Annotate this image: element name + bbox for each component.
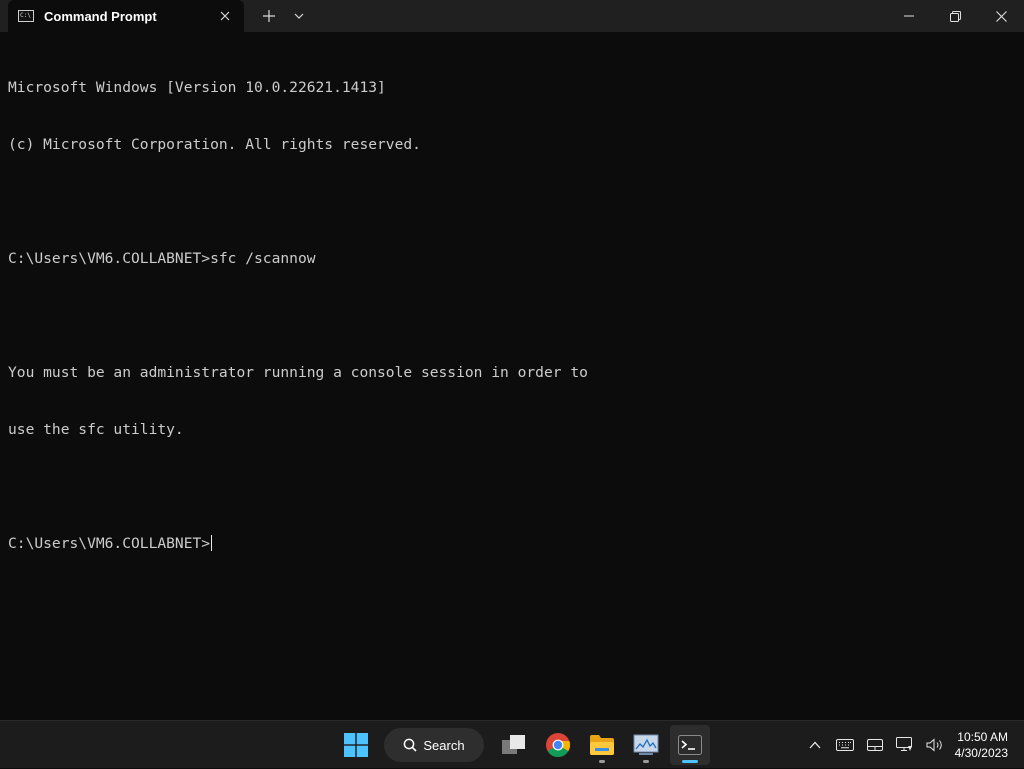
close-button[interactable] bbox=[978, 0, 1024, 32]
console-output[interactable]: Microsoft Windows [Version 10.0.22621.14… bbox=[0, 32, 1024, 720]
task-manager-icon bbox=[633, 734, 659, 756]
minimize-icon bbox=[904, 11, 914, 21]
running-indicator bbox=[643, 760, 649, 763]
console-line: (c) Microsoft Corporation. All rights re… bbox=[8, 135, 1016, 154]
search-label: Search bbox=[423, 738, 464, 753]
tab-close-icon[interactable] bbox=[216, 7, 234, 25]
show-hidden-icons-button[interactable] bbox=[800, 725, 830, 765]
console-line: You must be an administrator running a c… bbox=[8, 363, 1016, 382]
taskbar-file-explorer[interactable] bbox=[582, 725, 622, 765]
terminal-icon bbox=[678, 735, 702, 755]
minimize-button[interactable] bbox=[886, 0, 932, 32]
network-icon bbox=[896, 737, 914, 753]
console-line: use the sfc utility. bbox=[8, 420, 1016, 439]
console-line bbox=[8, 306, 1016, 325]
task-view-icon bbox=[501, 734, 527, 756]
volume-icon bbox=[926, 738, 944, 752]
tab-command-prompt[interactable]: C:\ Command Prompt bbox=[8, 0, 244, 32]
touchpad-button[interactable] bbox=[860, 725, 890, 765]
taskbar-task-view[interactable] bbox=[494, 725, 534, 765]
chevron-down-icon bbox=[294, 13, 304, 19]
cmd-icon: C:\ bbox=[18, 10, 34, 22]
taskbar-task-manager[interactable] bbox=[626, 725, 666, 765]
chrome-icon bbox=[545, 732, 571, 758]
restore-icon bbox=[950, 11, 961, 22]
start-button[interactable] bbox=[336, 725, 376, 765]
tab-dropdown-button[interactable] bbox=[284, 0, 314, 32]
running-indicator bbox=[599, 760, 605, 763]
prompt-text: C:\Users\VM6.COLLABNET> bbox=[8, 535, 210, 552]
windows-logo-icon bbox=[344, 733, 368, 757]
console-line: Microsoft Windows [Version 10.0.22621.14… bbox=[8, 78, 1016, 97]
chevron-up-icon bbox=[809, 741, 821, 749]
search-icon bbox=[403, 738, 417, 752]
restore-button[interactable] bbox=[932, 0, 978, 32]
prompt-line[interactable]: C:\Users\VM6.COLLABNET> bbox=[8, 534, 1016, 553]
text-cursor bbox=[211, 535, 212, 551]
taskbar-terminal[interactable] bbox=[670, 725, 710, 765]
console-line bbox=[8, 192, 1016, 211]
close-icon bbox=[996, 11, 1007, 22]
tab-title: Command Prompt bbox=[44, 9, 216, 24]
taskbar-search-button[interactable]: Search bbox=[384, 728, 484, 762]
taskbar: Search bbox=[0, 720, 1024, 768]
keyboard-button[interactable] bbox=[830, 725, 860, 765]
taskbar-chrome[interactable] bbox=[538, 725, 578, 765]
keyboard-icon bbox=[836, 739, 854, 751]
running-indicator bbox=[682, 760, 698, 763]
clock-time: 10:50 AM bbox=[950, 729, 1008, 745]
touchpad-icon bbox=[867, 739, 883, 751]
folder-icon bbox=[589, 734, 615, 756]
new-tab-button[interactable] bbox=[254, 0, 284, 32]
title-bar: C:\ Command Prompt bbox=[0, 0, 1024, 32]
taskbar-clock[interactable]: 10:50 AM 4/30/2023 bbox=[950, 729, 1024, 761]
volume-button[interactable] bbox=[920, 725, 950, 765]
console-line: C:\Users\VM6.COLLABNET>sfc /scannow bbox=[8, 249, 1016, 268]
clock-date: 4/30/2023 bbox=[950, 745, 1008, 761]
console-line bbox=[8, 477, 1016, 496]
network-button[interactable] bbox=[890, 725, 920, 765]
